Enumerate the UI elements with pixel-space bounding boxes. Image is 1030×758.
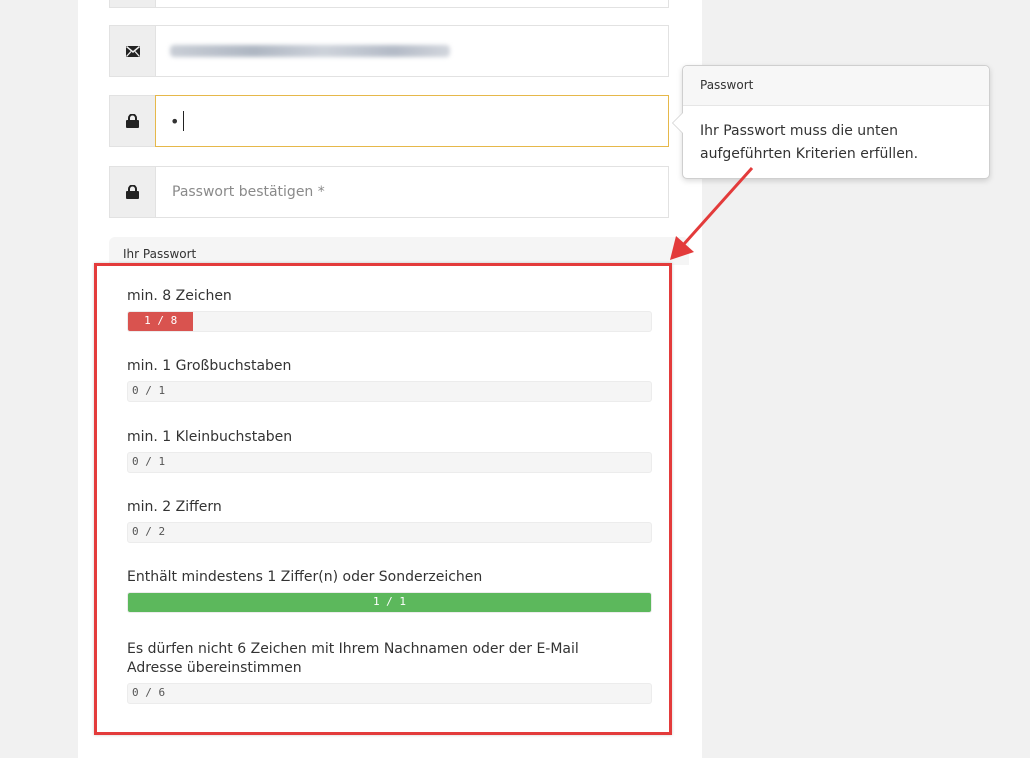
annotation-arrow-head [670, 236, 694, 260]
annotation-arrow-line [682, 166, 754, 246]
annotation-arrow [670, 166, 754, 260]
